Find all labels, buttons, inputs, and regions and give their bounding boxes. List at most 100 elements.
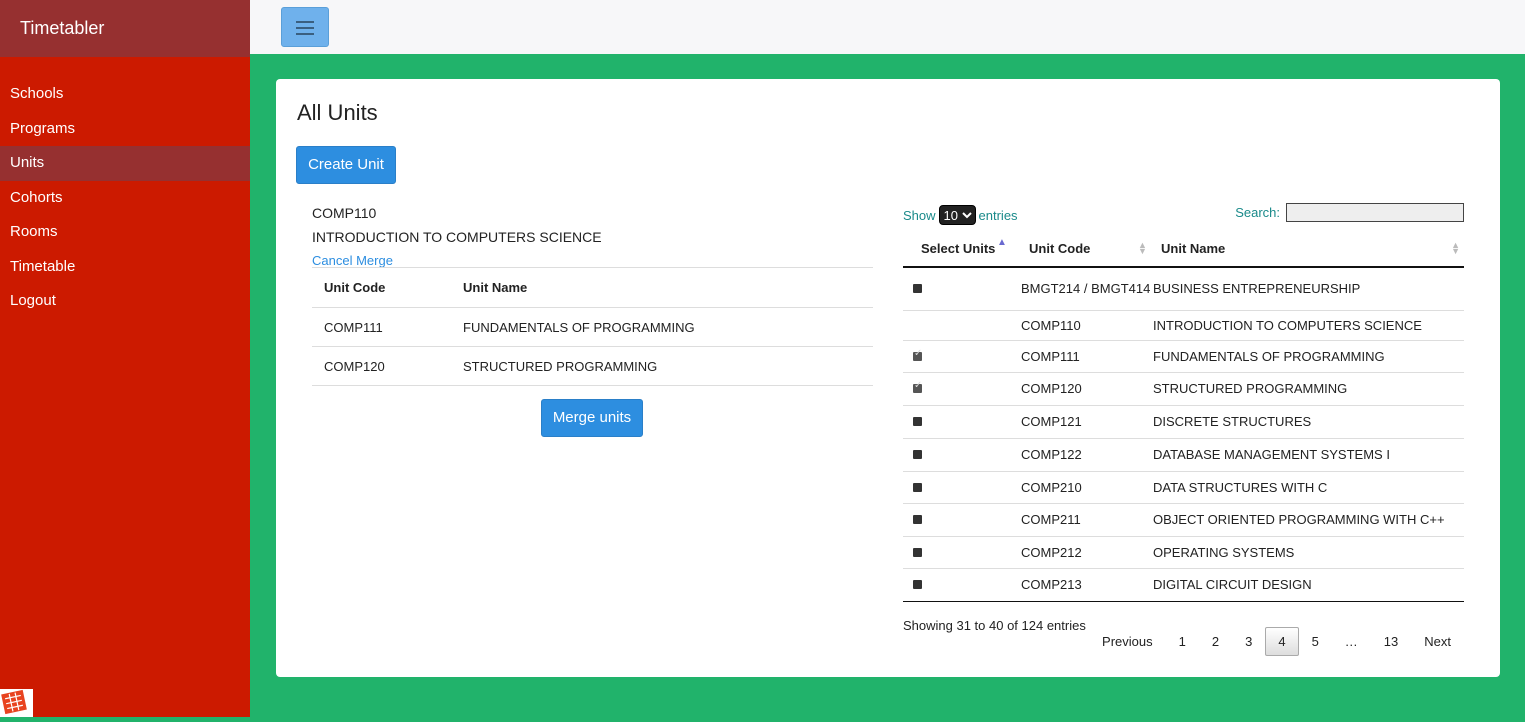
- cell-select: [903, 471, 1021, 504]
- sort-both-icon: ▲ ▼: [1451, 240, 1460, 256]
- table-row: COMP111FUNDAMENTALS OF PROGRAMMING: [312, 307, 873, 347]
- top-navbar: [250, 0, 1525, 54]
- sidebar-item-schools[interactable]: Schools: [0, 77, 250, 112]
- cell-unit-name: STRUCTURED PROGRAMMING: [451, 346, 873, 386]
- table-row: COMP211 OBJECT ORIENTED PROGRAMMING WITH …: [903, 503, 1464, 537]
- table-row: BMGT214 / BMGT414 BUSINESS ENTREPRENEURSH…: [903, 267, 1464, 311]
- cell-unit-code: COMP120: [1021, 372, 1153, 406]
- cell-unit-code: COMP121: [1021, 405, 1153, 439]
- cancel-merge-link[interactable]: Cancel Merge: [312, 253, 393, 268]
- cell-unit-code: COMP210: [1021, 471, 1153, 504]
- cell-unit-name: FUNDAMENTALS OF PROGRAMMING: [1153, 340, 1464, 373]
- create-unit-button[interactable]: Create Unit: [296, 146, 396, 184]
- search-input[interactable]: [1286, 203, 1464, 222]
- cell-unit-name: OBJECT ORIENTED PROGRAMMING WITH C++: [1153, 503, 1464, 537]
- table-row: COMP122 DATABASE MANAGEMENT SYSTEMS I: [903, 438, 1464, 472]
- entries-label: entries: [978, 207, 1018, 223]
- page-button-1[interactable]: 1: [1166, 627, 1199, 656]
- page-button-2[interactable]: 2: [1199, 627, 1232, 656]
- cell-unit-name: STRUCTURED PROGRAMMING: [1153, 372, 1464, 406]
- cell-select: [903, 536, 1021, 569]
- page-button-3[interactable]: 3: [1232, 627, 1265, 656]
- table-row: COMP111FUNDAMENTALS OF PROGRAMMING: [903, 340, 1464, 373]
- cell-unit-name: DATA STRUCTURES WITH C: [1153, 471, 1464, 504]
- unit-checkbox[interactable]: [913, 482, 922, 492]
- entries-select[interactable]: 10: [938, 205, 976, 225]
- sort-both-icon: ▲ ▼: [1138, 240, 1147, 256]
- sidebar-item-rooms[interactable]: Rooms: [0, 215, 250, 250]
- sidebar-item-logout[interactable]: Logout: [0, 284, 250, 319]
- cell-select: [903, 405, 1021, 439]
- sidebar-item-timetable[interactable]: Timetable: [0, 250, 250, 285]
- unit-checkbox[interactable]: [913, 348, 922, 361]
- sidebar-item-programs[interactable]: Programs: [0, 112, 250, 147]
- cell-unit-code: COMP122: [1021, 438, 1153, 472]
- table-info: Showing 31 to 40 of 124 entries: [903, 618, 1086, 633]
- merge-target-code: COMP110: [312, 205, 377, 221]
- show-label: Show: [903, 207, 936, 223]
- table-row: COMP210 DATA STRUCTURES WITH C: [903, 471, 1464, 504]
- previous-page-button[interactable]: Previous: [1089, 627, 1166, 656]
- cell-unit-name: INTRODUCTION TO COMPUTERS SCIENCE: [1153, 310, 1464, 341]
- menu-toggle-button[interactable]: [281, 7, 329, 47]
- table-row: COMP120STRUCTURED PROGRAMMING: [903, 372, 1464, 406]
- sidebar-item-units[interactable]: Units: [0, 146, 250, 181]
- unit-checkbox[interactable]: [913, 284, 922, 294]
- cell-select: [903, 568, 1021, 602]
- cell-unit-name: DATABASE MANAGEMENT SYSTEMS I: [1153, 438, 1464, 472]
- table-row: COMP110 INTRODUCTION TO COMPUTERS SCIENCE: [903, 310, 1464, 341]
- entries-length-control: Show 10 entries: [903, 205, 1018, 225]
- table-row: COMP213 DIGITAL CIRCUIT DESIGN: [903, 568, 1464, 602]
- table-row: COMP212 OPERATING SYSTEMS: [903, 536, 1464, 569]
- search-label: Search:: [1235, 205, 1280, 220]
- hamburger-icon: [296, 21, 314, 23]
- column-header-select-units[interactable]: Select Units ▲: [903, 231, 1021, 268]
- unit-checkbox[interactable]: [913, 547, 922, 557]
- units-table: Select Units ▲ Unit Code ▲ ▼ Unit Name ▲ ▼…: [903, 231, 1464, 602]
- cell-select: [903, 340, 1021, 373]
- cell-unit-name: BUSINESS ENTREPRENEURSHIP: [1153, 267, 1464, 311]
- column-header-unit-code: Unit Code: [312, 267, 451, 308]
- cell-select: [903, 267, 1021, 311]
- cell-unit-code: BMGT214 / BMGT414: [1021, 267, 1153, 311]
- merge-target-name: INTRODUCTION TO COMPUTERS SCIENCE: [312, 229, 602, 245]
- unit-checkbox[interactable]: [913, 515, 922, 524]
- unit-checkbox[interactable]: [913, 580, 922, 589]
- cell-unit-code: COMP212: [1021, 536, 1153, 569]
- column-header-unit-name[interactable]: Unit Name ▲ ▼: [1153, 231, 1464, 268]
- cell-select: [903, 438, 1021, 472]
- sidebar-item-cohorts[interactable]: Cohorts: [0, 181, 250, 216]
- cell-unit-code: COMP111: [1021, 340, 1153, 373]
- next-page-button[interactable]: Next: [1411, 627, 1464, 656]
- cell-unit-code: COMP213: [1021, 568, 1153, 602]
- table-row: COMP120STRUCTURED PROGRAMMING: [312, 346, 873, 386]
- page-title: All Units: [297, 100, 378, 125]
- pagination-ellipsis[interactable]: …: [1332, 627, 1371, 656]
- cell-select: [903, 310, 1021, 341]
- page-button-4[interactable]: 4: [1265, 627, 1299, 656]
- sidebar-nav: Schools Programs Units Cohorts Rooms Timetabl…: [0, 77, 250, 319]
- cell-unit-name: FUNDAMENTALS OF PROGRAMMING: [451, 307, 873, 347]
- sort-ascending-icon: ▲: [997, 237, 1007, 248]
- cell-unit-name: DIGITAL CIRCUIT DESIGN: [1153, 568, 1464, 602]
- search-control: Search:: [1235, 203, 1464, 222]
- page-button-5[interactable]: 5: [1299, 627, 1332, 656]
- app-logo-icon: [0, 689, 33, 717]
- cell-unit-code: COMP111: [312, 307, 451, 347]
- column-header-unit-code[interactable]: Unit Code ▲ ▼: [1021, 231, 1153, 268]
- cell-unit-code: COMP211: [1021, 503, 1153, 537]
- page-button-13[interactable]: 13: [1371, 627, 1411, 656]
- unit-checkbox[interactable]: [913, 450, 922, 459]
- sidebar: Timetabler Schools Programs Units Cohorts Ro…: [0, 0, 250, 717]
- cell-unit-code: COMP120: [312, 346, 451, 386]
- merge-units-button[interactable]: Merge units: [541, 399, 643, 437]
- cell-unit-name: DISCRETE STRUCTURES: [1153, 405, 1464, 439]
- cell-select: [903, 503, 1021, 537]
- cell-unit-code: COMP110: [1021, 310, 1153, 341]
- brand-title[interactable]: Timetabler: [0, 0, 250, 57]
- unit-checkbox[interactable]: [913, 417, 922, 426]
- cell-select: [903, 372, 1021, 406]
- unit-checkbox[interactable]: [913, 380, 922, 393]
- table-row: COMP121 DISCRETE STRUCTURES: [903, 405, 1464, 439]
- column-header-unit-name: Unit Name: [451, 267, 873, 308]
